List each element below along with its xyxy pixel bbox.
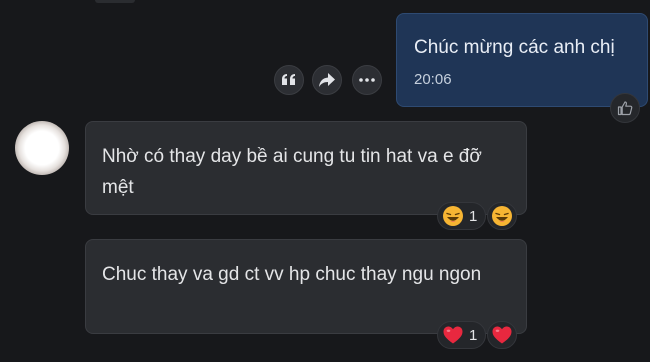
forward-button[interactable] [312,65,342,95]
heart-emoji-icon [443,326,463,344]
reaction-summary[interactable]: 1 [437,202,487,230]
sent-message-bubble[interactable]: Chúc mừng các anh chị 20:06 [396,13,648,107]
add-reaction-heart[interactable] [487,321,517,349]
reaction-summary[interactable]: 1 [437,321,487,349]
like-button[interactable] [610,93,640,123]
reaction-count: 1 [469,326,478,344]
thumbs-up-icon [617,101,633,116]
incoming-message-text: Nhờ có thay day bề ai cung tu tin hat va… [102,146,482,198]
reaction-count: 1 [469,207,478,225]
incoming-message-text: Chuc thay va gd ct vv hp chuc thay ngu n… [102,264,482,285]
forward-icon [319,73,335,87]
sent-message-time: 20:06 [414,71,452,88]
incoming-message-bubble[interactable]: Nhờ có thay day bề ai cung tu tin hat va… [85,121,527,215]
quote-icon [282,74,295,85]
add-reaction-laugh[interactable] [487,202,517,230]
sent-message-text: Chúc mừng các anh chị [414,37,615,58]
laughing-emoji-icon [443,206,463,226]
more-options-button[interactable] [352,65,382,95]
previous-message-edge [95,0,135,3]
sender-avatar[interactable] [15,121,69,175]
heart-emoji-icon [492,326,512,344]
more-icon [359,78,375,82]
laughing-emoji-icon [492,206,512,226]
incoming-message-bubble[interactable]: Chuc thay va gd ct vv hp chuc thay ngu n… [85,239,527,334]
quote-button[interactable] [274,65,304,95]
